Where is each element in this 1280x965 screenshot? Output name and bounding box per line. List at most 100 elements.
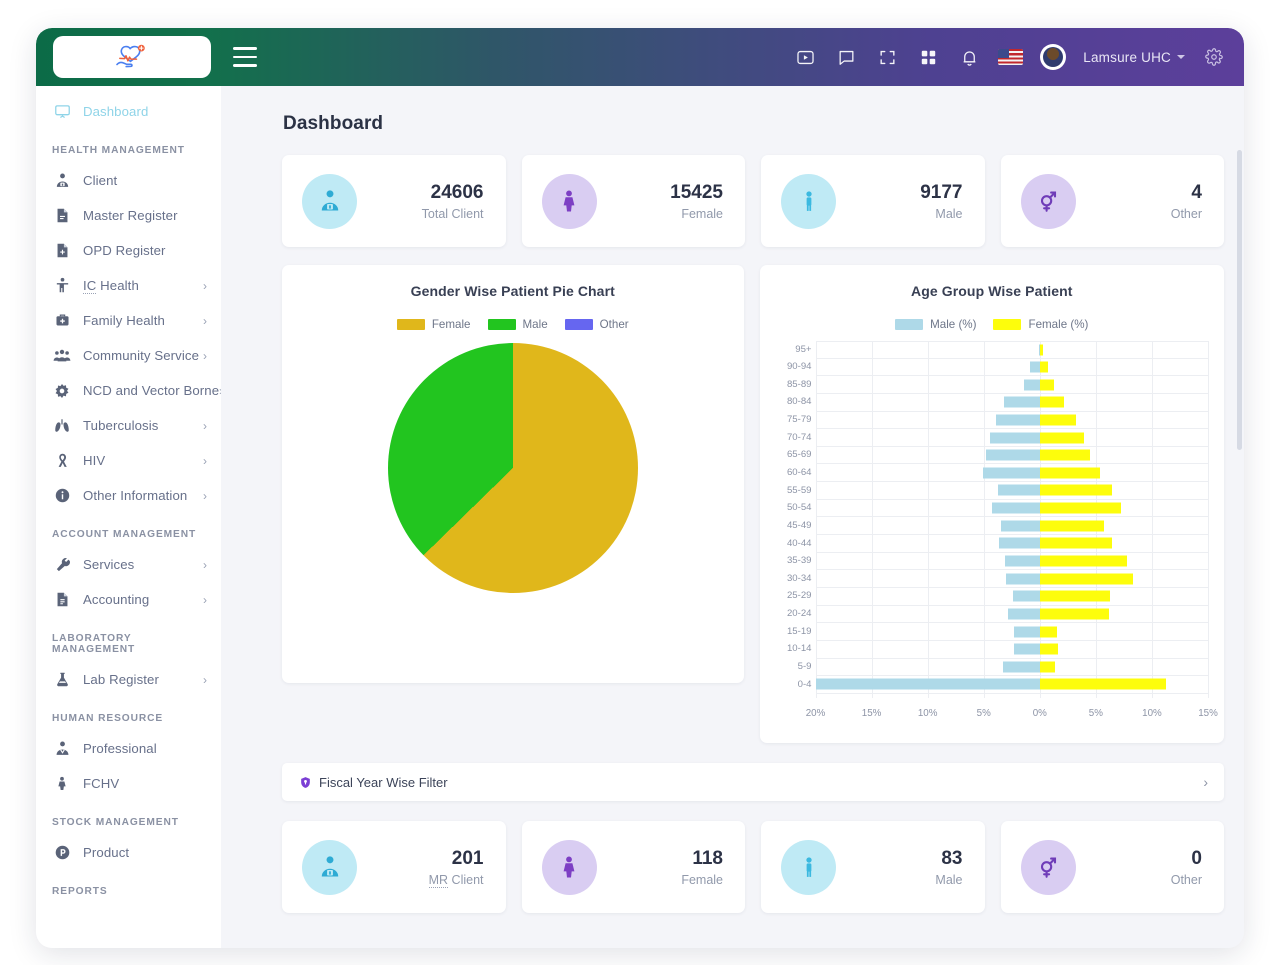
stat-card-female[interactable]: 15425 Female — [521, 155, 745, 247]
sidebar-item-tuberculosis[interactable]: Tuberculosis › — [36, 408, 221, 443]
pyramid-bar-male[interactable] — [1006, 573, 1040, 585]
pyramid-bar-male[interactable] — [996, 414, 1040, 426]
pyramid-bar-female[interactable] — [1039, 661, 1056, 673]
pyramid-bar-male[interactable] — [991, 502, 1040, 514]
stat-card-other[interactable]: 4 Other — [1000, 155, 1224, 247]
page-scrollbar-thumb[interactable] — [1237, 150, 1242, 450]
pie-disc[interactable] — [387, 343, 638, 593]
pyramid-bar-male[interactable] — [1024, 379, 1040, 391]
app-logo[interactable] — [53, 36, 211, 78]
pyramid-category-label: 55-59 — [786, 484, 812, 496]
pyramid-x-tick-label: 5% — [976, 708, 991, 719]
pyramid-bar-male[interactable] — [999, 537, 1040, 549]
pyramid-bar-female[interactable] — [1039, 608, 1110, 620]
page-scrollbar-track[interactable] — [1237, 88, 1243, 946]
hiv-ribbon-icon — [52, 451, 72, 471]
video-icon[interactable] — [793, 45, 817, 69]
pyramid-bar-female[interactable] — [1039, 678, 1167, 690]
stat-card-male[interactable]: 9177 Male — [761, 155, 985, 247]
pyramid-bar-female[interactable] — [1039, 484, 1112, 496]
stat-value: 9177 — [920, 181, 963, 203]
fiscal-year-filter[interactable]: Fiscal Year Wise Filter › — [282, 763, 1224, 801]
pyramid-row: 65-69 — [787, 447, 1208, 465]
pie-legend-item[interactable]: Female — [396, 318, 471, 331]
app-window: Lamsure UHC Dashboard HEALTH MANAGEMENT Cl… — [36, 28, 1244, 948]
pie-legend-item[interactable]: Male — [487, 318, 548, 331]
pyramid-bar-male[interactable] — [982, 467, 1040, 479]
stat-text: 0 Other — [1171, 847, 1202, 888]
ncd-vector-borne-icon — [52, 381, 72, 401]
sidebar-item-lab-register[interactable]: Lab Register › — [36, 662, 221, 697]
pyramid-bar-female[interactable] — [1039, 502, 1121, 514]
pyramid-bar-female[interactable] — [1039, 396, 1065, 408]
pyramid-bar-male[interactable] — [1003, 396, 1040, 408]
pyramid-x-tick-label: 5% — [1088, 708, 1103, 719]
pyramid-bar-male[interactable] — [1000, 520, 1040, 532]
pyramid-bar-female[interactable] — [1039, 449, 1091, 461]
gear-icon[interactable] — [1202, 45, 1226, 69]
pyramid-bar-male[interactable] — [1029, 361, 1040, 373]
sidebar-item-hiv[interactable]: HIV › — [36, 443, 221, 478]
pie-legend-item[interactable]: Other — [564, 318, 629, 331]
pyramid-legend-item[interactable]: Female (%) — [993, 318, 1088, 331]
pyramid-bar-male[interactable] — [1005, 555, 1040, 567]
sidebar-item-dashboard[interactable]: Dashboard — [36, 94, 221, 129]
pyramid-bar-female[interactable] — [1039, 467, 1101, 479]
sidebar-item-other-information[interactable]: Other Information › — [36, 478, 221, 513]
sidebar-item-product[interactable]: Product — [36, 835, 221, 870]
stat-card-mr-client[interactable]: 201 MR Client — [282, 821, 506, 913]
stat-text: 24606 Total Client — [422, 181, 484, 222]
pyramid-bar-female[interactable] — [1039, 361, 1048, 373]
sidebar-item-ic-health[interactable]: IC Health › — [36, 268, 221, 303]
sidebar-item-services[interactable]: Services › — [36, 547, 221, 582]
pyramid-bar-male[interactable] — [990, 432, 1040, 444]
pyramid-bar-female[interactable] — [1039, 379, 1055, 391]
fullscreen-icon[interactable] — [875, 45, 899, 69]
avatar[interactable] — [1040, 44, 1067, 70]
sidebar-item-client[interactable]: Client — [36, 163, 221, 198]
apps-grid-icon[interactable] — [916, 45, 940, 69]
pyramid-bar-female[interactable] — [1039, 520, 1104, 532]
sidebar-item-ncd-and-vector-borne[interactable]: NCD and Vector Borne› — [36, 373, 221, 408]
pyramid-bar-female[interactable] — [1039, 590, 1111, 602]
pyramid-bar-male[interactable] — [1014, 626, 1040, 638]
pyramid-bar-female[interactable] — [1039, 626, 1057, 638]
pyramid-bar-male[interactable] — [815, 678, 1040, 690]
menu-toggle[interactable] — [233, 47, 259, 67]
stat-card-female[interactable]: 118 Female — [521, 821, 745, 913]
pyramid-bar-male[interactable] — [1014, 643, 1040, 655]
pyramid-bar-female[interactable] — [1039, 555, 1128, 567]
pyramid-legend-item[interactable]: Male (%) — [895, 318, 976, 331]
pyramid-category-label: 75-79 — [786, 414, 812, 426]
sidebar-item-fchv[interactable]: FCHV — [36, 766, 221, 801]
sidebar-item-label: Community Service — [83, 348, 200, 363]
pyramid-bar-female[interactable] — [1039, 344, 1044, 356]
pyramid-bar-female[interactable] — [1039, 414, 1076, 426]
bell-icon[interactable] — [957, 45, 981, 69]
pyramid-bar-male[interactable] — [985, 449, 1040, 461]
pyramid-row: 50-54 — [787, 500, 1208, 518]
stat-card-total-client[interactable]: 24606 Total Client — [282, 155, 506, 247]
user-menu[interactable]: Lamsure UHC — [1083, 50, 1185, 65]
stat-value: 118 — [692, 847, 723, 869]
pyramid-bar-male[interactable] — [998, 484, 1040, 496]
stat-card-other[interactable]: 0 Other — [1000, 821, 1224, 913]
chat-icon[interactable] — [834, 45, 858, 69]
sidebar[interactable]: Dashboard HEALTH MANAGEMENT Client Master R… — [36, 86, 221, 948]
us-flag-icon[interactable] — [998, 49, 1024, 65]
sidebar-item-community-service[interactable]: Community Service › — [36, 338, 221, 373]
pyramid-bar-female[interactable] — [1039, 432, 1084, 444]
pyramid-bar-female[interactable] — [1039, 573, 1133, 585]
sidebar-item-professional[interactable]: Professional — [36, 731, 221, 766]
pyramid-bar-female[interactable] — [1039, 537, 1112, 549]
pyramid-chart-legend: Male (%) Female (%) — [774, 318, 1210, 331]
sidebar-item-accounting[interactable]: Accounting › — [36, 582, 221, 617]
sidebar-item-master-register[interactable]: Master Register — [36, 198, 221, 233]
stat-card-male[interactable]: 83 Male — [761, 821, 985, 913]
pyramid-bar-male[interactable] — [1012, 590, 1040, 602]
pyramid-bar-female[interactable] — [1039, 643, 1058, 655]
pyramid-bar-male[interactable] — [1008, 608, 1040, 620]
pyramid-bar-male[interactable] — [1002, 661, 1040, 673]
sidebar-item-family-health[interactable]: Family Health › — [36, 303, 221, 338]
sidebar-item-opd-register[interactable]: OPD Register — [36, 233, 221, 268]
